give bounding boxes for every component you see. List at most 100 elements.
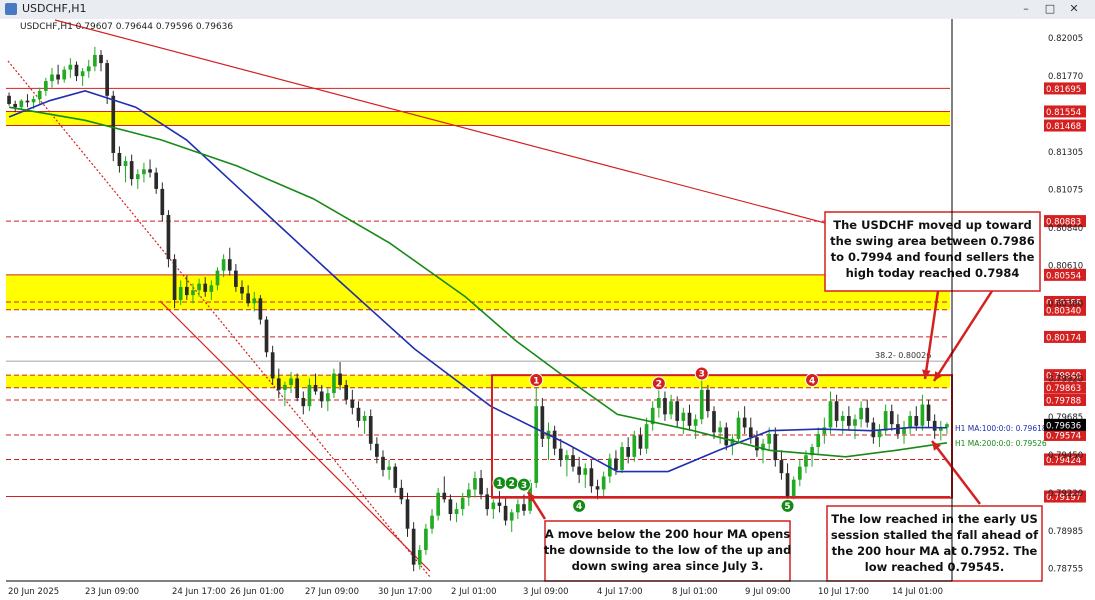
x-tick-12: 14 Jul 01:00 xyxy=(892,587,943,597)
y-tick-2: 0.81305 xyxy=(1048,148,1083,158)
candle-body-125 xyxy=(773,433,778,461)
minimize-icon[interactable]: – xyxy=(1018,2,1034,16)
candle-body-93 xyxy=(577,466,581,475)
candle-body-16 xyxy=(105,63,109,96)
candle-body-128 xyxy=(791,479,796,497)
candle-body-4 xyxy=(31,99,36,103)
candle-body-6 xyxy=(44,81,48,91)
annotation-middle-line-1: the downside to the low of the up and xyxy=(544,543,792,557)
swing-marker-label-6: 3 xyxy=(521,481,527,491)
swing-marker-label-1: 2 xyxy=(656,380,662,390)
candle-body-34 xyxy=(215,270,220,286)
annotation-top-line-3: high today reached 0.7984 xyxy=(846,266,1020,280)
candle-body-22 xyxy=(142,169,146,175)
candle-body-60 xyxy=(375,443,379,457)
candle-body-113 xyxy=(699,389,704,420)
candle-body-26 xyxy=(166,215,171,260)
candle-body-75 xyxy=(466,489,471,498)
candle-body-45 xyxy=(283,384,287,390)
current-price-label: 0.79636 xyxy=(1046,421,1081,431)
candle-body-142 xyxy=(877,430,882,438)
candle-body-32 xyxy=(203,283,208,292)
candle-body-71 xyxy=(442,492,447,500)
symbol-info: USDCHF,H1 0.79607 0.79644 0.79596 0.7963… xyxy=(20,22,233,32)
y-tick-12: 0.78755 xyxy=(1048,565,1083,575)
candle-body-134 xyxy=(828,401,833,428)
candle-body-56 xyxy=(350,399,355,408)
candle-body-57 xyxy=(356,407,361,421)
candle-body-140 xyxy=(865,407,870,423)
candle-body-89 xyxy=(552,430,557,449)
candle-body-53 xyxy=(332,373,336,394)
candle-body-9 xyxy=(62,69,67,80)
candle-body-68 xyxy=(424,528,428,550)
candle-body-33 xyxy=(209,285,214,292)
chart-window: USDCHF,H1 – □ ✕ 38.2- 0.80026 H1 MA:100:… xyxy=(0,0,1095,600)
candle-body-109 xyxy=(675,401,680,421)
candle-body-110 xyxy=(681,412,686,421)
candle-body-47 xyxy=(295,378,300,399)
level-label-4: 0.80554 xyxy=(1046,271,1081,281)
candle-body-121 xyxy=(748,427,753,438)
candle-body-120 xyxy=(742,417,747,428)
maximize-icon[interactable]: □ xyxy=(1042,2,1058,16)
candle-body-42 xyxy=(264,319,269,353)
candle-body-139 xyxy=(859,407,863,420)
x-tick-0: 20 Jun 2025 xyxy=(8,587,59,597)
candle-body-84 xyxy=(522,504,526,511)
candle-body-5 xyxy=(37,90,42,100)
annotation-top-line-2: to 0.7994 and found sellers the xyxy=(831,250,1035,264)
candle-body-103 xyxy=(638,435,643,449)
annotation-top-line-1: the swing area between 0.7986 xyxy=(830,234,1035,248)
candle-body-151 xyxy=(932,420,937,431)
candle-body-104 xyxy=(644,424,649,449)
candle-body-130 xyxy=(804,455,808,467)
candle-body-31 xyxy=(197,283,201,291)
candle-body-96 xyxy=(595,486,600,490)
swing-marker-label-0: 1 xyxy=(533,376,539,386)
annotation-bottom-line-3: low reached 0.79545. xyxy=(865,560,1005,574)
y-tick-7: 0.79920 xyxy=(1048,374,1083,384)
candle-body-101 xyxy=(626,447,631,457)
swing-zone-0 xyxy=(6,111,950,126)
y-tick-5: 0.80610 xyxy=(1048,262,1083,272)
candle-body-126 xyxy=(779,460,784,474)
candle-body-79 xyxy=(491,502,496,510)
candle-body-50 xyxy=(313,384,318,392)
annotation-middle-line-0: A move below the 200 hour MA opens xyxy=(545,527,791,541)
level-label-10: 0.79788 xyxy=(1046,396,1081,406)
swing-zone-1 xyxy=(6,274,950,310)
candle-body-7 xyxy=(50,74,54,82)
level-label-7: 0.80174 xyxy=(1046,333,1081,343)
candle-body-17 xyxy=(111,95,116,153)
candle-body-49 xyxy=(307,384,312,407)
annotation-bottom-line-2: the 200 hour MA at 0.7952. The xyxy=(832,544,1038,558)
candle-body-8 xyxy=(56,74,60,80)
candle-body-73 xyxy=(454,509,459,515)
close-icon[interactable]: ✕ xyxy=(1066,2,1082,16)
candle-body-147 xyxy=(908,415,912,428)
candle-body-112 xyxy=(693,419,698,426)
level-label-2: 0.81468 xyxy=(1046,122,1081,132)
candle-body-37 xyxy=(234,270,238,287)
candle-body-82 xyxy=(509,512,514,521)
candle-body-64 xyxy=(399,487,404,500)
x-tick-7: 3 Jul 09:00 xyxy=(523,587,569,597)
candle-body-23 xyxy=(148,169,152,173)
candle-body-148 xyxy=(914,415,919,426)
title-bar: USDCHF,H1 – □ ✕ xyxy=(0,0,1095,20)
level-label-0: 0.81695 xyxy=(1046,85,1081,95)
candle-body-77 xyxy=(479,478,483,495)
candle-body-65 xyxy=(405,499,410,529)
y-tick-10: 0.79220 xyxy=(1048,489,1083,499)
candle-body-74 xyxy=(460,497,465,510)
candle-body-19 xyxy=(123,161,128,167)
x-tick-5: 30 Jun 17:00 xyxy=(378,587,432,597)
candle-body-28 xyxy=(178,286,183,300)
candle-body-70 xyxy=(436,492,440,516)
candle-body-119 xyxy=(736,417,741,439)
candle-body-86 xyxy=(534,406,539,483)
candle-body-135 xyxy=(834,401,839,421)
candle-body-80 xyxy=(497,502,502,506)
candle-body-30 xyxy=(191,290,195,296)
